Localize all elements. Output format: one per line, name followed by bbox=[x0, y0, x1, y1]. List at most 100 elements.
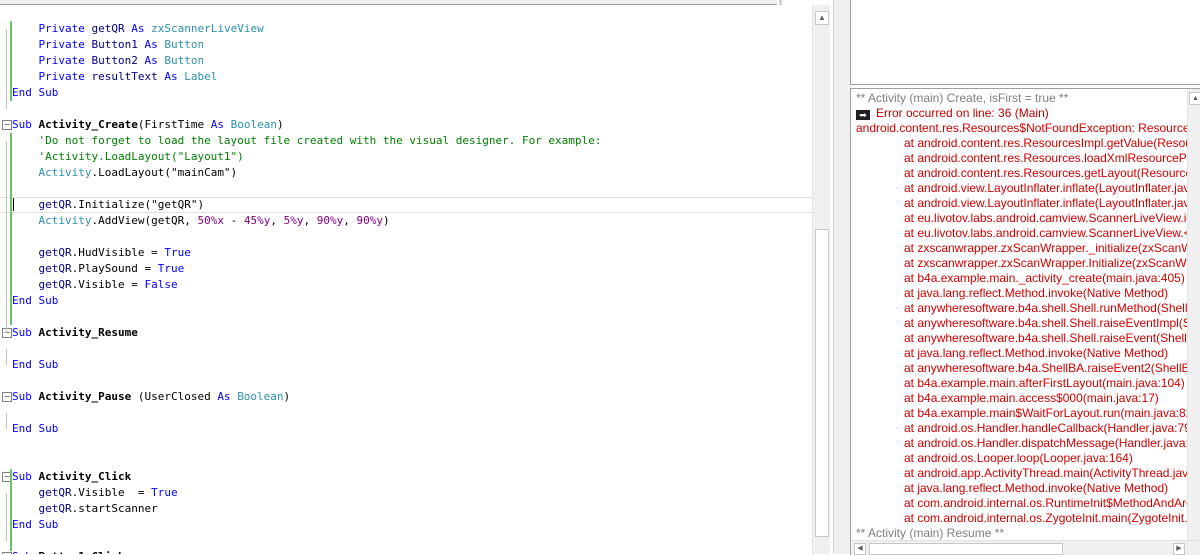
scroll-up-icon[interactable]: ▲ bbox=[1189, 92, 1200, 105]
code-line[interactable] bbox=[0, 453, 812, 469]
module-dropdown-arrow[interactable] bbox=[779, 0, 782, 5]
stack-frame: at anywheresoftware.b4a.shell.Shell.runM… bbox=[904, 301, 1187, 315]
code-token: As bbox=[217, 390, 231, 403]
fold-guide bbox=[6, 413, 7, 429]
scroll-thumb[interactable] bbox=[815, 229, 829, 537]
panel-splitter[interactable] bbox=[833, 0, 851, 554]
code-line[interactable]: End Sub bbox=[0, 421, 812, 437]
code-line[interactable]: − Sub Activity_Pause (UserClosed As Boole… bbox=[0, 389, 812, 405]
code-text: getQR.Visible = False bbox=[12, 277, 178, 293]
code-text: End Sub bbox=[12, 421, 58, 437]
code-token: , bbox=[270, 214, 284, 227]
scroll-left-icon[interactable]: ◀ bbox=[854, 543, 866, 555]
log-vertical-scrollbar[interactable]: ▲ bbox=[1187, 89, 1200, 540]
code-line[interactable]: 'Do not forget to load the layout file c… bbox=[0, 133, 812, 149]
code-text: Private Button1 As Button bbox=[12, 37, 205, 53]
code-line[interactable]: getQR.HudVisible = True bbox=[0, 245, 812, 261]
code-token: True bbox=[151, 486, 178, 499]
stack-frame: at zxscanwrapper.zxScanWrapper.Initializ… bbox=[904, 256, 1187, 270]
code-token: - bbox=[223, 214, 244, 227]
code-token: , bbox=[303, 214, 317, 227]
code-line[interactable]: End Sub bbox=[0, 85, 812, 101]
code-text: Sub Button1_Click bbox=[12, 549, 125, 554]
code-line[interactable]: Activity.LoadLayout("mainCam") bbox=[0, 165, 812, 181]
code-line[interactable] bbox=[0, 341, 812, 357]
code-token: Activity bbox=[38, 214, 92, 227]
code-line[interactable] bbox=[0, 181, 812, 197]
code-line[interactable]: getQR.Visible = False bbox=[0, 277, 812, 293]
code-token: .AddView(getQR, bbox=[91, 214, 198, 227]
code-editor[interactable]: Private getQR As zxScannerLiveView Priva… bbox=[0, 0, 833, 554]
editor-vertical-scrollbar[interactable]: ▲ bbox=[812, 5, 830, 554]
code-line[interactable]: −Sub Activity_Resume bbox=[0, 325, 812, 341]
code-line[interactable]: − Sub Activity_Create(FirstTime As Boolea… bbox=[0, 117, 812, 133]
code-token: 'Activity.LoadLayout("Layout1") bbox=[38, 150, 244, 163]
code-token: (UserClosed bbox=[131, 390, 218, 403]
fold-guide bbox=[6, 349, 7, 365]
code-line[interactable] bbox=[0, 533, 812, 549]
code-line[interactable]: End Sub bbox=[0, 517, 812, 533]
stack-frame: at b4a.example.main.access$000(main.java… bbox=[904, 391, 1159, 405]
code-token: 90%y bbox=[356, 214, 383, 227]
code-line[interactable]: Private resultText As Label bbox=[0, 69, 812, 85]
logs-panel[interactable]: ** Activity (main) Create, isFirst = tru… bbox=[850, 88, 1200, 555]
stack-frame: at anywheresoftware.b4a.ShellBA.raiseEve… bbox=[904, 361, 1187, 375]
log-horizontal-scrollbar[interactable]: ◀ ▶ bbox=[851, 540, 1200, 555]
scroll-right-icon[interactable]: ▶ bbox=[1173, 543, 1185, 555]
code-line[interactable]: 'Activity.LoadLayout("Layout1") bbox=[0, 149, 812, 165]
stack-frame: at android.content.res.Resources.loadXml… bbox=[904, 151, 1187, 165]
stack-frame: at android.app.ActivityThread.main(Activ… bbox=[904, 466, 1187, 480]
code-token: As bbox=[131, 22, 145, 35]
code-token: resultText bbox=[91, 70, 158, 83]
code-token: As bbox=[144, 38, 158, 51]
module-dropdown[interactable] bbox=[0, 0, 777, 5]
code-line[interactable]: −Sub Button1_Click bbox=[0, 549, 812, 554]
code-token: 50%x bbox=[197, 214, 224, 227]
code-token: Sub bbox=[12, 326, 32, 339]
code-line[interactable]: End Sub bbox=[0, 357, 812, 373]
code-token: True bbox=[157, 262, 185, 275]
code-token: As bbox=[164, 70, 178, 83]
code-line[interactable]: getQR.startScanner bbox=[0, 501, 812, 517]
code-token: Private bbox=[38, 38, 85, 51]
code-line[interactable]: Private Button1 As Button bbox=[0, 37, 812, 53]
code-token: 45%y bbox=[243, 214, 271, 227]
collapse-icon[interactable]: − bbox=[2, 392, 12, 402]
code-line[interactable]: − Sub Activity_Click bbox=[0, 469, 812, 485]
code-line[interactable] bbox=[0, 373, 812, 389]
code-token: Sub bbox=[38, 86, 59, 99]
code-line[interactable]: getQR.Visible = True bbox=[0, 485, 812, 501]
stack-frame: at android.view.LayoutInflater.inflate(L… bbox=[904, 196, 1187, 210]
code-line[interactable] bbox=[0, 309, 812, 325]
scroll-thumb[interactable] bbox=[869, 543, 1063, 555]
code-text: getQR.HudVisible = True bbox=[12, 245, 191, 261]
scroll-up-icon[interactable]: ▲ bbox=[815, 11, 829, 25]
code-token: True bbox=[164, 246, 191, 259]
collapse-icon[interactable]: − bbox=[2, 328, 12, 338]
code-line[interactable] bbox=[0, 101, 812, 117]
code-line[interactable]: Private Button2 As Button bbox=[0, 53, 812, 69]
code-line[interactable] bbox=[0, 229, 812, 245]
code-line[interactable]: Private getQR As zxScannerLiveView bbox=[0, 21, 812, 37]
code-line[interactable]: getQR.PlaySound = True bbox=[0, 261, 812, 277]
collapse-icon[interactable]: − bbox=[2, 120, 12, 130]
code-line[interactable]: Activity.AddView(getQR, 50%x - 45%y, 5%y… bbox=[0, 213, 812, 229]
code-lines[interactable]: Private getQR As zxScannerLiveView Priva… bbox=[0, 21, 812, 554]
stack-frame: at android.os.Handler.handleCallback(Han… bbox=[904, 421, 1187, 435]
code-line[interactable]: End Sub bbox=[0, 293, 812, 309]
code-line[interactable] bbox=[0, 437, 812, 453]
code-token: .startScanner bbox=[71, 502, 158, 515]
code-text: getQR.Visible = True bbox=[12, 485, 178, 501]
code-line[interactable] bbox=[0, 405, 812, 421]
code-line[interactable]: getQR.Initialize("getQR") bbox=[0, 197, 812, 213]
code-text: Private getQR As zxScannerLiveView bbox=[12, 21, 264, 37]
